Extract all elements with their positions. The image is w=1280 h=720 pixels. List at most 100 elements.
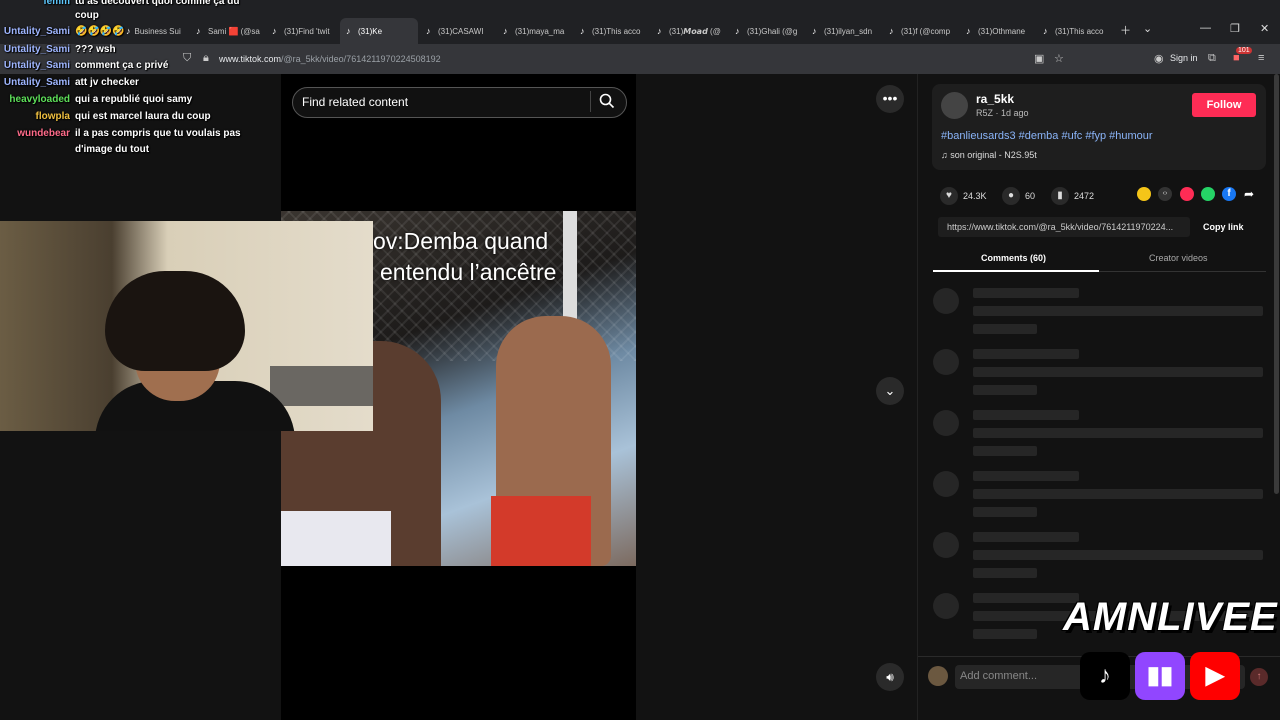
skeleton-avatar: [933, 349, 959, 375]
tiktok-favicon-icon: ♪: [272, 26, 277, 36]
skeleton-avatar: [933, 410, 959, 436]
tiktok-logo-icon: ♪: [1080, 652, 1130, 700]
tab-label: (31)Ke: [358, 26, 383, 36]
skeleton-line: [973, 446, 1037, 456]
send-to-friend-icon[interactable]: [1180, 187, 1194, 201]
twitch-logo-icon: ▮▮: [1135, 652, 1185, 700]
browser-tab[interactable]: ♪ (31)Ghali (@g: [729, 18, 807, 44]
volume-button[interactable]: 🔊︎: [876, 663, 904, 691]
stream-brand-logo: AMNLIVEE: [1063, 595, 1278, 639]
skeleton-line: [973, 532, 1079, 542]
extensions-icon[interactable]: ⧉: [1208, 52, 1216, 65]
embed-icon[interactable]: ‹›: [1158, 187, 1172, 201]
skeleton-line: [973, 367, 1263, 377]
facebook-icon[interactable]: f: [1222, 187, 1236, 201]
url-domain: www.tiktok.com: [219, 54, 282, 64]
tiktok-favicon-icon: ♪: [657, 26, 662, 36]
save-stat[interactable]: ▮ 2472: [1051, 187, 1094, 205]
tab-creator-videos[interactable]: Creator videos: [1149, 253, 1208, 263]
skeleton-line: [973, 288, 1079, 298]
heart-icon: ♥: [940, 187, 958, 205]
url-field[interactable]: www.tiktok.com/@ra_5kk/video/76142119702…: [219, 54, 441, 64]
chat-message: coup: [0, 10, 99, 21]
bookmark-star-icon[interactable]: ☆: [1054, 52, 1064, 65]
browser-tab[interactable]: ♪ Business Suit: [120, 18, 181, 44]
sound-link[interactable]: ♫ son original - N2S.95t: [941, 150, 1037, 160]
fighter-left-shorts: [281, 511, 391, 566]
address-bar: [0, 44, 1280, 74]
sign-in-button[interactable]: Sign in: [1170, 53, 1198, 63]
search-input[interactable]: Find related content: [302, 95, 408, 109]
browser-tab[interactable]: ♪ (31)Ke: [340, 18, 418, 44]
browser-tab[interactable]: ♪ (31)f (@comp: [883, 18, 961, 44]
tiktok-favicon-icon: ♪: [126, 26, 131, 36]
tab-label: (31)Ghali (@g: [747, 26, 798, 36]
tracking-shield-icon[interactable]: ⛉: [183, 52, 191, 65]
copy-link-button[interactable]: Copy link: [1203, 222, 1244, 232]
comment-stat[interactable]: ● 60: [1002, 187, 1035, 205]
whatsapp-icon[interactable]: [1201, 187, 1215, 201]
link-text: https://www.tiktok.com/@ra_5kk/video/761…: [947, 222, 1174, 232]
maximize-icon[interactable]: ❐: [1230, 22, 1240, 35]
chat-text: qui est marcel laura du coup: [75, 111, 211, 122]
chat-username: Untality_Sami: [3, 77, 70, 88]
user-avatar: [928, 666, 948, 686]
share-arrow-icon[interactable]: ➦: [1244, 187, 1258, 201]
reader-view-icon[interactable]: ▣: [1034, 52, 1044, 65]
tab-label: (31)This acco: [592, 26, 641, 36]
browser-tab[interactable]: ♪ (31)This acco: [574, 18, 652, 44]
bookmark-icon: ▮: [1051, 187, 1069, 205]
browser-tab[interactable]: ♪ (31)maya_ma: [497, 18, 573, 44]
browser-tab[interactable]: ♪ (31)Find 'twit: [266, 18, 344, 44]
tiktok-favicon-icon: ♪: [966, 26, 971, 36]
skeleton-avatar: [933, 532, 959, 558]
chat-text: d'image du tout: [75, 144, 150, 155]
browser-tab[interactable]: ♪ (31)ilyan_sdn: [806, 18, 884, 44]
skeleton-avatar: [933, 593, 959, 619]
video-caption-line2: entendu l’ancêtre: [380, 259, 557, 285]
skeleton-line: [973, 489, 1263, 499]
chat-text: att jv checker: [75, 77, 139, 88]
new-tab-icon[interactable]: ＋: [1120, 22, 1131, 38]
follow-button[interactable]: Follow: [1192, 93, 1256, 117]
hashtags[interactable]: #banlieusards3 #demba #ufc #fyp #humour: [941, 130, 1153, 142]
like-stat[interactable]: ♥ 24.3K: [940, 187, 987, 205]
tiktok-favicon-icon: ♪: [889, 26, 894, 36]
music-note-icon: ♫: [941, 150, 951, 160]
author-avatar[interactable]: [941, 92, 968, 119]
next-video-button[interactable]: ⌄: [876, 377, 904, 405]
coin-share-icon[interactable]: [1137, 187, 1151, 201]
author-username[interactable]: ra_5kk: [976, 92, 1014, 106]
skeleton-line: [973, 428, 1263, 438]
tiktok-favicon-icon: ♪: [1043, 26, 1048, 36]
author-subline: R5Z · 1d ago: [976, 108, 1029, 118]
search-icon[interactable]: [598, 92, 616, 110]
chat-text: ??? wsh: [75, 44, 116, 55]
tab-comments[interactable]: Comments (60): [981, 253, 1046, 263]
minimize-icon[interactable]: —: [1200, 22, 1211, 34]
browser-tab[interactable]: ♪ (31)CASAWI: [420, 18, 496, 44]
send-comment-icon[interactable]: ↑: [1250, 668, 1268, 686]
lock-icon[interactable]: 🔒︎: [203, 52, 209, 65]
active-tab-indicator: [933, 270, 1099, 272]
chat-text: qui a republié quoi samy: [75, 94, 193, 105]
panel-scrollbar[interactable]: [1274, 74, 1279, 494]
browser-tab[interactable]: ♪ (31)𝙈𝙤𝙖𝙙 (@: [651, 18, 729, 44]
skeleton-line: [973, 349, 1079, 359]
chat-message: Untality_Sami att jv checker: [0, 77, 139, 88]
url-path: /@ra_5kk/video/7614211970224508192: [281, 54, 441, 64]
chat-text: tu as découvert quoi comme ça du: [75, 0, 240, 7]
tab-label: (31)maya_ma: [515, 26, 565, 36]
close-window-icon[interactable]: ✕: [1260, 22, 1269, 35]
skeleton-line: [973, 568, 1037, 578]
skeleton-line: [973, 471, 1079, 481]
browser-tab[interactable]: ♪ Sami 🟥 (@sa: [190, 18, 266, 44]
browser-tab[interactable]: ♪ (31)This acco: [1037, 18, 1115, 44]
browser-tab[interactable]: ♪ (31)Othmane: [960, 18, 1038, 44]
skeleton-line: [973, 385, 1037, 395]
menu-icon[interactable]: ≡: [1258, 52, 1264, 64]
more-options-button[interactable]: •••: [876, 85, 904, 113]
tiktok-favicon-icon: ♪: [580, 26, 585, 36]
save-count: 2472: [1074, 191, 1095, 201]
tab-list-chevron-icon[interactable]: ⌄: [1143, 22, 1152, 35]
